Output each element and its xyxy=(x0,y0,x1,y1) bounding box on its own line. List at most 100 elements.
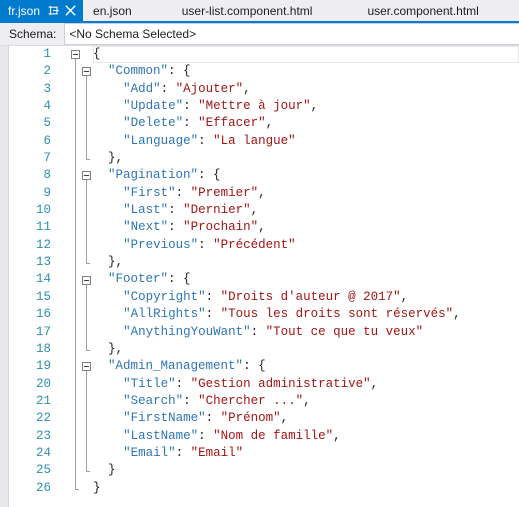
code-line[interactable]: 5 "Delete": "Effacer", xyxy=(9,115,519,132)
json-punctuation: : xyxy=(205,289,221,304)
json-punctuation: , xyxy=(400,289,409,304)
json-punctuation: }, xyxy=(108,255,124,270)
tab-user-component-html[interactable]: user.component.html xyxy=(322,0,488,21)
json-punctuation: : xyxy=(175,185,191,200)
json-string-value: "La langue" xyxy=(213,133,296,148)
json-string-value: "Droits d'auteur @ 2017" xyxy=(220,289,401,304)
code-line[interactable]: 1{ xyxy=(9,46,519,63)
code-line[interactable]: 24 "Email": "Email" xyxy=(9,445,519,462)
line-number: 3 xyxy=(43,81,51,96)
line-number: 14 xyxy=(35,272,51,287)
line-number: 24 xyxy=(35,445,51,460)
json-key: "Language" xyxy=(123,133,199,148)
fold-toggle-icon[interactable] xyxy=(71,50,80,59)
code-text: "LastName": "Nom de famille", xyxy=(93,428,341,445)
schema-select[interactable]: <No Schema Selected> xyxy=(64,23,519,45)
json-punctuation: : xyxy=(175,376,191,391)
json-punctuation: , xyxy=(303,393,311,408)
json-key: "AnythingYouWant" xyxy=(123,324,251,339)
json-punctuation: : xyxy=(250,324,266,339)
code-line[interactable]: 11 "Next": "Prochain", xyxy=(9,219,519,236)
json-string-value: "Tout ce que tu veux" xyxy=(265,324,424,339)
code-line[interactable]: 26} xyxy=(9,480,519,497)
code-text: "Email": "Email" xyxy=(93,445,243,462)
code-editor[interactable]: 1{2 "Common": { 3 "Add": "Ajouter", 4 "Update… xyxy=(0,46,519,507)
code-text: "Admin_Management": { xyxy=(93,358,266,375)
json-string-value: "Dernier" xyxy=(183,203,251,218)
json-punctuation: : xyxy=(168,220,184,235)
tab-en-json[interactable]: en.json xyxy=(83,0,142,21)
code-line[interactable]: 10 "Last": "Dernier", xyxy=(9,202,519,219)
code-line[interactable]: 22 "FirstName": "Prénom", xyxy=(9,410,519,427)
code-line[interactable]: 3 "Add": "Ajouter", xyxy=(9,81,519,98)
code-text: "Footer": { xyxy=(93,271,191,288)
json-key: "Title" xyxy=(123,376,176,391)
line-number: 19 xyxy=(35,359,51,374)
code-text: "Last": "Dernier", xyxy=(93,202,258,219)
fold-toggle-icon[interactable] xyxy=(82,362,91,372)
json-punctuation: , xyxy=(258,220,266,235)
tab-fr-json[interactable]: fr.json xyxy=(0,0,84,21)
json-punctuation: , xyxy=(333,428,341,443)
json-punctuation: : xyxy=(183,116,199,131)
code-text: }, xyxy=(93,341,123,358)
code-text: "Common": { xyxy=(93,63,191,80)
json-string-value: "Gestion administrative" xyxy=(190,376,371,391)
code-line[interactable]: 25} xyxy=(9,462,519,479)
tab-user-list-component-html[interactable]: user-list.component.html xyxy=(142,0,323,21)
code-line[interactable]: 17 "AnythingYouWant": "Tout ce que tu veu… xyxy=(9,324,519,341)
json-punctuation: : { xyxy=(243,359,266,374)
code-line[interactable]: 20 "Title": "Gestion administrative", xyxy=(9,376,519,393)
code-line[interactable]: 13}, xyxy=(9,254,519,271)
pin-icon[interactable] xyxy=(47,4,60,17)
code-line[interactable]: 15 "Copyright": "Droits d'auteur @ 2017", xyxy=(9,289,519,306)
json-key: "First" xyxy=(123,185,176,200)
code-text: }, xyxy=(93,150,123,167)
code-line[interactable]: 4 "Update": "Mettre à jour", xyxy=(9,98,519,115)
close-icon[interactable] xyxy=(64,4,77,17)
json-key: "Update" xyxy=(123,99,184,114)
line-number: 4 xyxy=(43,99,51,114)
schema-label: Schema: xyxy=(9,27,57,41)
code-surface[interactable]: 1{2 "Common": { 3 "Add": "Ajouter", 4 "Update… xyxy=(9,46,519,507)
json-string-value: "Mettre à jour" xyxy=(198,99,311,114)
code-line[interactable]: 21 "Search": "Chercher ...", xyxy=(9,393,519,410)
code-lines: 1{2 "Common": { 3 "Add": "Ajouter", 4 "Update… xyxy=(9,46,519,497)
json-punctuation: , xyxy=(265,116,274,131)
line-number: 25 xyxy=(35,463,51,478)
json-punctuation: : { xyxy=(168,272,191,287)
fold-toggle-icon[interactable] xyxy=(82,171,91,181)
fold-toggle-icon[interactable] xyxy=(82,275,91,285)
code-line[interactable]: 18}, xyxy=(9,341,519,358)
code-line[interactable]: 9 "First": "Premier", xyxy=(9,185,519,202)
selection-margin[interactable] xyxy=(0,46,9,507)
line-number: 7 xyxy=(43,151,51,166)
line-number: 23 xyxy=(35,428,51,443)
code-text: "Pagination": { xyxy=(93,167,221,184)
code-line[interactable]: 7}, xyxy=(9,150,519,167)
code-text: "FirstName": "Prénom", xyxy=(93,410,288,427)
line-number: 21 xyxy=(35,393,51,408)
code-text: "Previous": "Précédent" xyxy=(93,237,296,254)
json-key: "Delete" xyxy=(123,116,184,131)
json-punctuation: : xyxy=(205,307,221,322)
fold-toggle-icon[interactable] xyxy=(82,67,91,77)
json-string-value: "Tous les droits sont réservés" xyxy=(220,307,454,322)
code-text: "First": "Premier", xyxy=(93,185,266,202)
tab-label: user-list.component.html xyxy=(181,3,313,18)
code-text: "Add": "Ajouter", xyxy=(93,81,251,98)
schema-selected-value: <No Schema Selected> xyxy=(69,27,197,41)
line-number: 2 xyxy=(43,64,51,79)
code-line[interactable]: 12 "Previous": "Précédent" xyxy=(9,237,519,254)
code-line[interactable]: 23 "LastName": "Nom de famille", xyxy=(9,428,519,445)
json-string-value: "Ajouter" xyxy=(175,81,244,96)
code-line[interactable]: 6 "Language": "La langue" xyxy=(9,133,519,150)
json-key: "Last" xyxy=(123,203,169,218)
line-number: 9 xyxy=(43,185,51,200)
line-number: 10 xyxy=(35,203,51,218)
json-string-value: "Nom de famille" xyxy=(213,428,334,443)
code-line[interactable]: 16 "AllRights": "Tous les droits sont rés… xyxy=(9,306,519,323)
json-key: "Add" xyxy=(123,81,161,96)
json-punctuation: : xyxy=(175,445,191,460)
json-punctuation: , xyxy=(250,203,259,218)
